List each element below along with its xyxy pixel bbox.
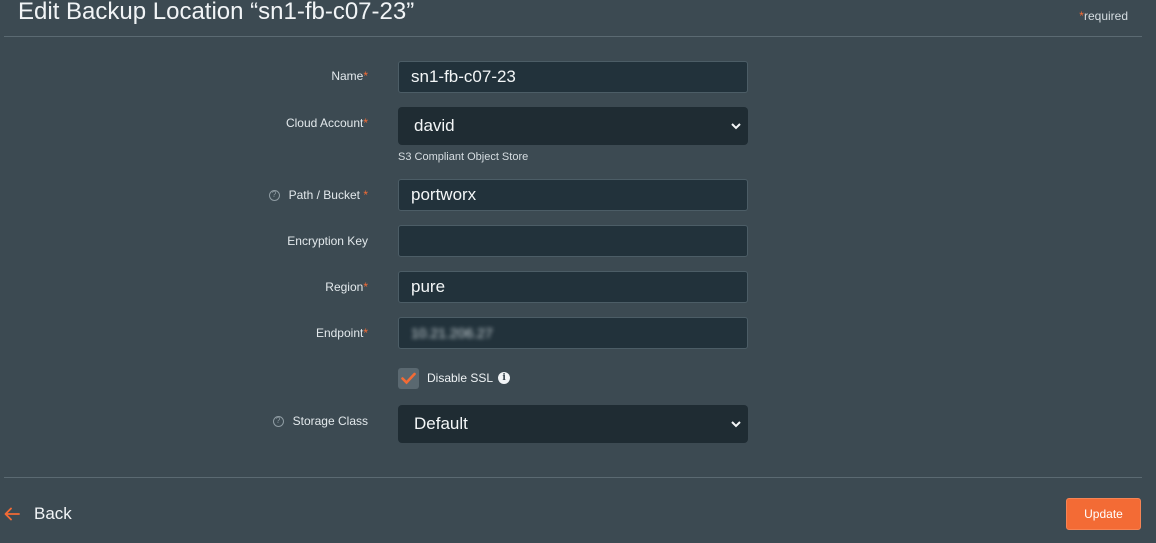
region-input[interactable]: pure — [398, 271, 748, 303]
arrow-left-icon — [4, 507, 20, 521]
endpoint-label: Endpoint* — [315, 326, 368, 340]
path-bucket-input[interactable]: portworx — [398, 179, 748, 211]
encryption-key-input[interactable] — [398, 225, 748, 257]
required-note: *required — [1079, 9, 1128, 23]
disable-ssl-checkbox[interactable] — [398, 368, 419, 389]
path-bucket-label: ? Path / Bucket * — [268, 188, 368, 202]
endpoint-input[interactable]: 10.21.206.27 — [398, 317, 748, 349]
checkmark-icon — [401, 372, 416, 385]
footer-divider — [4, 477, 1142, 478]
name-label: Name* — [331, 69, 368, 83]
chevron-down-icon — [731, 123, 741, 130]
update-button[interactable]: Update — [1066, 498, 1141, 530]
header-divider — [4, 36, 1142, 37]
name-input[interactable]: sn1-fb-c07-23 — [398, 61, 748, 93]
help-icon[interactable]: ? — [268, 189, 280, 201]
encryption-key-label: Encryption Key — [287, 234, 368, 248]
disable-ssl-label: Disable SSL i — [427, 371, 511, 385]
info-icon[interactable]: i — [498, 372, 511, 384]
storage-class-select[interactable]: Default — [398, 405, 748, 443]
region-label: Region* — [325, 280, 368, 294]
page-title: Edit Backup Location “sn1-fb-c07-23” — [18, 0, 415, 25]
chevron-down-icon — [731, 421, 741, 428]
help-icon[interactable]: ? — [272, 415, 284, 427]
storage-class-label: ? Storage Class — [272, 414, 368, 428]
back-button[interactable]: Back — [4, 504, 72, 524]
cloud-account-select[interactable]: david — [398, 107, 748, 145]
cloud-account-hint: S3 Compliant Object Store — [398, 151, 529, 163]
cloud-account-label: Cloud Account* — [285, 116, 368, 130]
